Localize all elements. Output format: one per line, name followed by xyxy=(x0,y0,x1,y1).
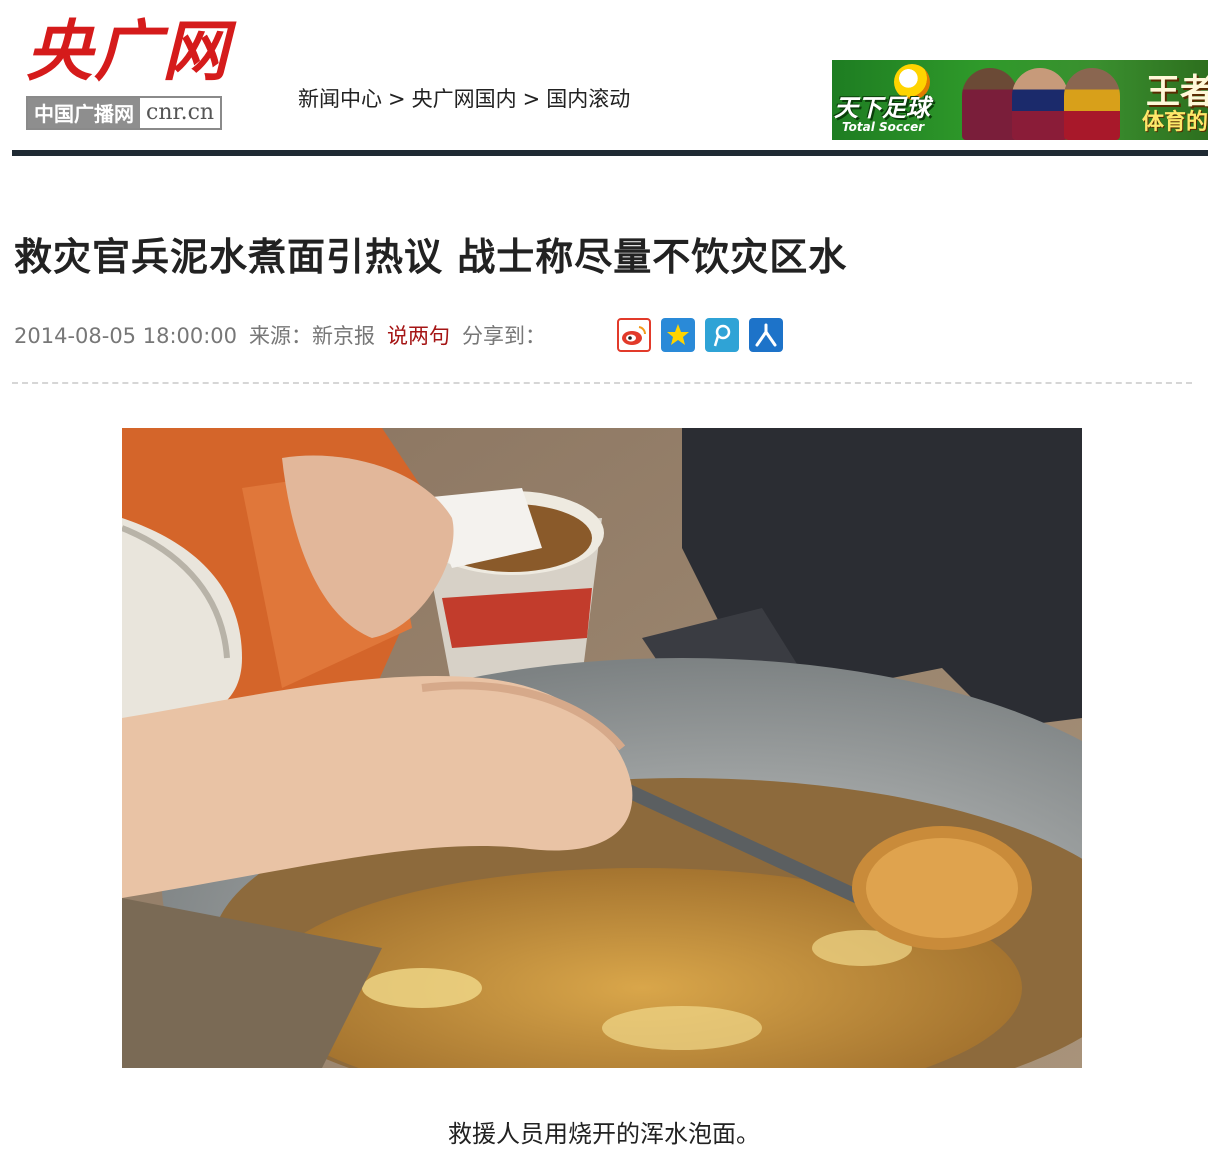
logo-subtitle-cn: 中国广播网 xyxy=(28,98,140,128)
site-header: 央广网 中国广播网 cnr.cn 新闻中心 > 央广网国内 > 国内滚动 天下足球 To… xyxy=(0,0,1208,158)
ad-title: 天下足球 xyxy=(834,94,930,122)
breadcrumb-separator: > xyxy=(522,87,541,111)
tencent-glyph xyxy=(713,324,731,347)
tencent-weibo-icon[interactable] xyxy=(705,318,739,352)
logo-mark: 央广网 xyxy=(26,12,230,90)
article-headline: 救灾官兵泥水煮面引热议 战士称尽量不饮灾区水 xyxy=(14,235,848,279)
breadcrumb-item-domestic[interactable]: 央广网国内 xyxy=(412,87,517,111)
logo-subtitle-en: cnr.cn xyxy=(140,98,221,128)
people-glyph xyxy=(755,323,777,347)
weibo-glyph xyxy=(622,326,647,345)
meta-divider xyxy=(12,382,1192,384)
share-icon-group xyxy=(617,318,783,352)
article-datetime: 2014-08-05 18:00:00 xyxy=(14,324,238,348)
breadcrumb-item-news-center[interactable]: 新闻中心 xyxy=(298,87,382,111)
breadcrumb-separator: > xyxy=(388,87,406,111)
article-meta: 2014-08-05 18:00:00 来源：新京报 说两句 分享到： xyxy=(14,318,783,354)
article-source: 来源：新京报 xyxy=(249,324,376,348)
photo-illustration xyxy=(122,428,1082,1068)
ad-player-image xyxy=(962,68,1018,140)
logo-subtitle: 中国广播网 cnr.cn xyxy=(26,96,223,130)
ad-player-image xyxy=(1012,68,1068,140)
site-logo[interactable]: 央广网 中国广播网 cnr.cn xyxy=(22,12,248,134)
comment-link[interactable]: 说两句 xyxy=(387,319,450,353)
banner-ad[interactable]: 天下足球 Total Soccer 王者 体育的 xyxy=(832,60,1208,140)
qzone-glyph xyxy=(667,324,689,345)
ad-player-image xyxy=(1064,68,1120,140)
people-icon[interactable] xyxy=(749,318,783,352)
qzone-icon[interactable] xyxy=(661,318,695,352)
weibo-icon[interactable] xyxy=(617,318,651,352)
ad-subtitle: Total Soccer xyxy=(842,120,925,134)
breadcrumb-item-domestic-rolling[interactable]: 国内滚动 xyxy=(546,87,630,111)
share-label: 分享到： xyxy=(462,324,547,348)
article-photo xyxy=(122,428,1082,1068)
ad-text-secondary: 体育的 xyxy=(1141,110,1208,135)
photo-caption: 救援人员用烧开的浑水泡面。 xyxy=(448,1120,760,1148)
header-divider xyxy=(12,150,1208,156)
breadcrumb: 新闻中心 > 央广网国内 > 国内滚动 xyxy=(298,84,630,114)
